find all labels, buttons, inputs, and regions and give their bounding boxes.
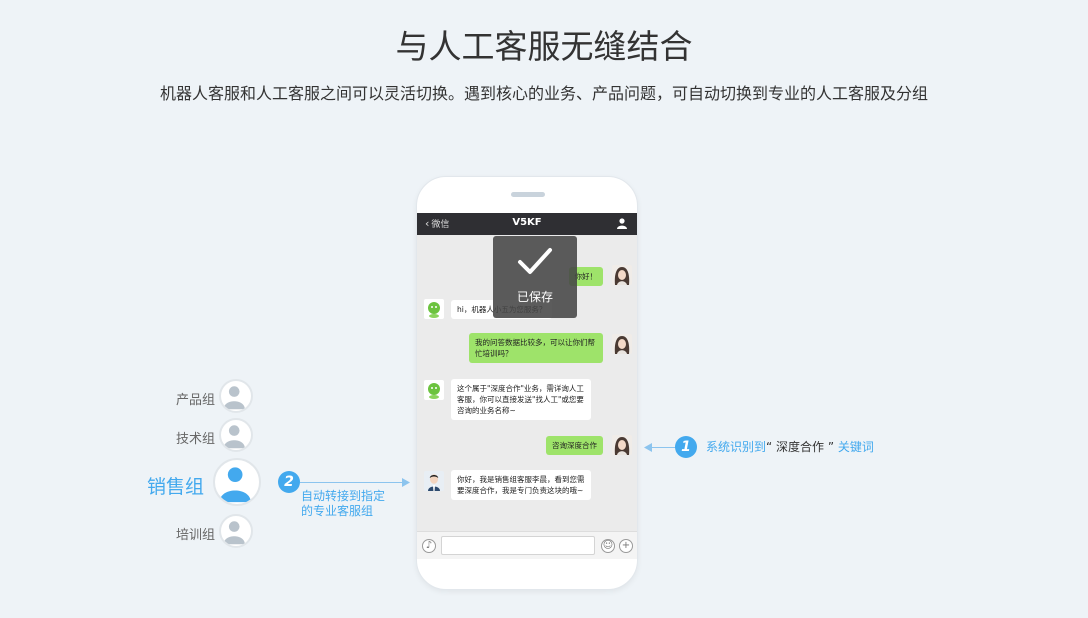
- step-1-text: 系统识别到“ 深度合作 ” 关键词: [706, 440, 874, 455]
- bot-avatar-icon: [428, 383, 440, 399]
- arrow-head-right-icon: [402, 478, 410, 487]
- chat-bubble-user: 咨询深度合作: [546, 436, 603, 455]
- step-1-keyword: “ 深度合作 ”: [766, 440, 835, 454]
- user-avatar: [612, 435, 632, 455]
- check-icon: [518, 248, 552, 274]
- step-1-prefix: 系统识别到: [706, 440, 767, 454]
- plus-icon: +: [621, 540, 631, 551]
- step-2-line2: 的专业客服组: [301, 504, 374, 518]
- group-label-sales: 销售组: [146, 476, 204, 498]
- agent-avatar: [424, 471, 444, 491]
- chat-title: V5KF: [512, 217, 542, 228]
- group-avatar-sales[interactable]: [213, 458, 261, 506]
- chat-bubble-bot: 这个属于"深度合作"业务，需详询人工客服，你可以直接发送"找人工"或您要咨询的业…: [451, 379, 591, 420]
- emoji-button[interactable]: ☺: [601, 539, 615, 553]
- step-1-badge: 1: [675, 436, 697, 458]
- chat-bubble-agent: 你好，我是销售组客服李晨，看到您需要深度合作，我是专门负责这块的哦~: [451, 470, 591, 500]
- user-avatar: [612, 334, 632, 354]
- bot-avatar-icon: [428, 302, 440, 318]
- user-silhouette-icon: [223, 521, 245, 545]
- emoji-icon: ☺: [602, 540, 614, 551]
- group-label-training: 培训组: [175, 528, 215, 543]
- chat-topbar: ‹ 微信 V5KF: [417, 213, 637, 235]
- chat-bubble-user: 我的问答数据比较多，可以让你们帮忙培训吗？: [469, 333, 603, 363]
- group-label-product: 产品组: [175, 393, 215, 408]
- step-2-line1: 自动转接到指定: [301, 489, 386, 503]
- step-2-badge: 2: [278, 471, 300, 493]
- user-silhouette-icon: [223, 425, 245, 449]
- hero-subtitle: 机器人客服和人工客服之间可以灵活切换。遇到核心的业务、产品问题，可自动切换到专业…: [159, 84, 928, 103]
- agent-avatar-icon: [428, 474, 440, 491]
- voice-icon: ♪: [425, 540, 433, 551]
- group-label-tech: 技术组: [175, 432, 215, 447]
- message-input[interactable]: [441, 536, 595, 555]
- hero-title: 与人工客服无缝结合: [395, 27, 693, 66]
- user-avatar-icon: [614, 267, 630, 285]
- toast-label: 已保存: [516, 290, 553, 304]
- saved-toast: 已保存: [493, 236, 577, 318]
- person-icon[interactable]: [617, 218, 627, 229]
- user-avatar-icon: [614, 336, 630, 354]
- group-avatar-product[interactable]: [219, 379, 253, 413]
- phone-speaker: [511, 192, 545, 197]
- arrow-from-step-1: [650, 447, 676, 448]
- voice-button[interactable]: ♪: [422, 539, 436, 553]
- user-avatar: [612, 265, 632, 285]
- group-avatar-training[interactable]: [219, 514, 253, 548]
- step-1-suffix: 关键词: [837, 440, 874, 454]
- step-2-text: 自动转接到指定 的专业客服组: [301, 489, 385, 519]
- user-silhouette-icon: [223, 386, 245, 410]
- user-silhouette-icon: [219, 467, 251, 503]
- chat-input-bar: ♪ ☺ +: [417, 531, 637, 559]
- user-avatar-icon: [614, 437, 630, 455]
- plus-button[interactable]: +: [619, 539, 633, 553]
- arrow-to-chat: [300, 482, 404, 483]
- bot-avatar: [424, 380, 444, 400]
- bot-avatar: [424, 299, 444, 319]
- group-avatar-tech[interactable]: [219, 418, 253, 452]
